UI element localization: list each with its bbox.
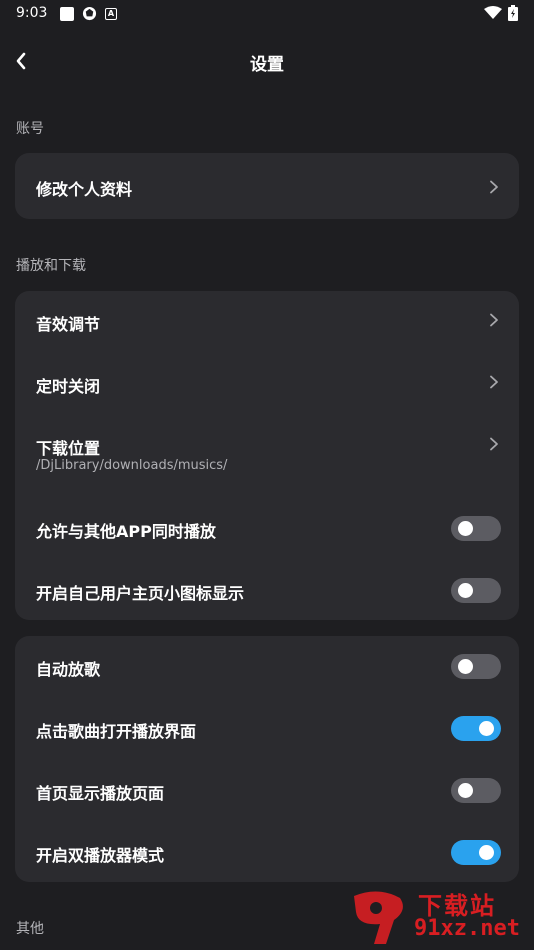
- row-label: 自动放歌: [36, 660, 101, 679]
- row-label: 音效调节: [36, 315, 101, 334]
- section-label-account: 账号: [16, 121, 44, 137]
- toggle-knob: [479, 845, 494, 860]
- toggle-switch[interactable]: [451, 778, 501, 803]
- battery-icon: [508, 5, 518, 21]
- row-label: 点击歌曲打开播放界面: [36, 722, 197, 741]
- row-auto-play: 自动放歌: [15, 636, 519, 696]
- row-sound-effects[interactable]: 音效调节: [15, 291, 519, 351]
- download-path: /DjLibrary/downloads/musics/: [36, 458, 228, 473]
- toggle-knob: [458, 583, 473, 598]
- toggle-knob: [458, 783, 473, 798]
- watermark-logo-icon: [354, 891, 403, 944]
- toggle-knob: [458, 521, 473, 536]
- chevron-right-icon: [490, 180, 498, 194]
- row-label: 开启双播放器模式: [36, 846, 165, 865]
- system-icons: [484, 5, 518, 21]
- watermark-text-bottom: 91xz.net: [414, 916, 520, 941]
- toggle-switch[interactable]: [451, 840, 501, 865]
- row-allow-concurrent-play: 允许与其他APP同时播放: [15, 498, 519, 558]
- a-icon: A: [105, 7, 117, 20]
- notification-icons: A: [60, 6, 117, 21]
- row-label: 下载位置: [36, 439, 101, 458]
- toggle-switch[interactable]: [451, 654, 501, 679]
- row-label: 定时关闭: [36, 377, 101, 396]
- chevron-right-icon: [490, 375, 498, 389]
- row-download-location[interactable]: 下载位置 /DjLibrary/downloads/musics/: [15, 415, 519, 481]
- row-open-player-on-tap: 点击歌曲打开播放界面: [15, 698, 519, 758]
- row-dual-player-mode: 开启双播放器模式: [15, 822, 519, 882]
- page-title: 设置: [250, 55, 284, 75]
- row-label: 首页显示播放页面: [36, 784, 165, 803]
- aperture-icon: [82, 6, 97, 21]
- row-home-show-player: 首页显示播放页面: [15, 760, 519, 820]
- section-label-other: 其他: [16, 921, 44, 937]
- row-label: 修改个人资料: [36, 180, 133, 199]
- status-bar: 9:03 A: [0, 0, 534, 28]
- card-playback: 音效调节 定时关闭 下载位置 /DjLibrary/downloads/musi…: [15, 291, 519, 620]
- toggle-knob: [479, 721, 494, 736]
- row-label: 开启自己用户主页小图标显示: [36, 584, 245, 603]
- card-player: 自动放歌 点击歌曲打开播放界面 首页显示播放页面 开启双播放器模式: [15, 636, 519, 882]
- toggle-switch[interactable]: [451, 716, 501, 741]
- row-label: 允许与其他APP同时播放: [36, 522, 216, 541]
- card-account: 修改个人资料: [15, 153, 519, 219]
- toggle-switch[interactable]: [451, 516, 501, 541]
- watermark: 下载站 91xz.net: [348, 886, 528, 946]
- status-time: 9:03: [16, 5, 48, 21]
- app-bar: 设置: [0, 40, 534, 82]
- row-sleep-timer[interactable]: 定时关闭: [15, 353, 519, 413]
- row-profile-icon-display: 开启自己用户主页小图标显示: [15, 560, 519, 620]
- chevron-right-icon: [490, 437, 498, 451]
- chevron-right-icon: [490, 313, 498, 327]
- section-label-playback: 播放和下载: [16, 258, 86, 274]
- toggle-switch[interactable]: [451, 578, 501, 603]
- notification-square-icon: [60, 6, 74, 21]
- row-edit-profile[interactable]: 修改个人资料: [15, 156, 519, 216]
- wifi-icon: [484, 6, 502, 19]
- toggle-knob: [458, 659, 473, 674]
